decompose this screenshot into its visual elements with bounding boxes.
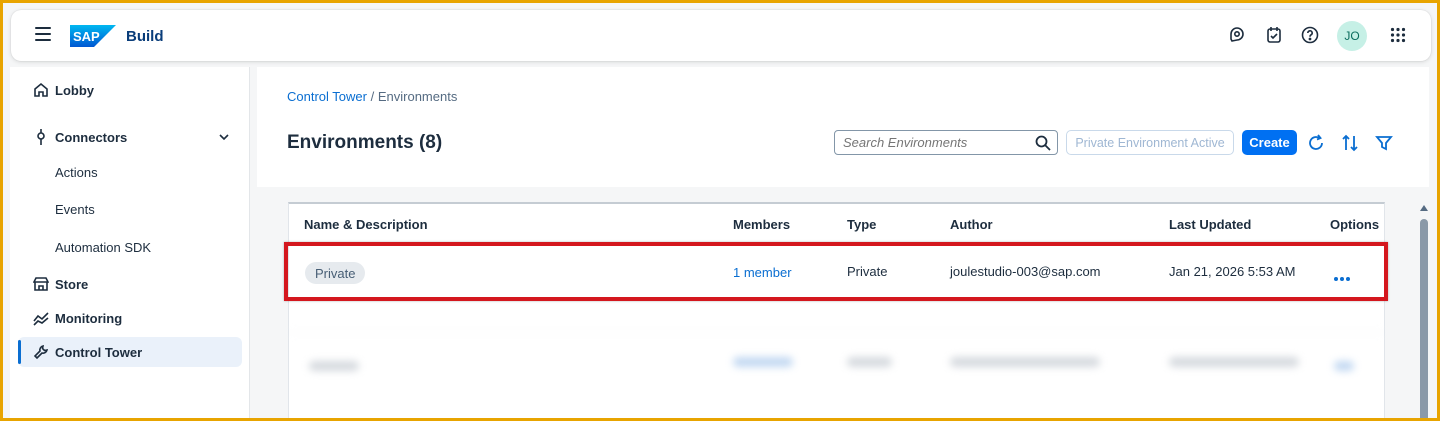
column-header-options: Options — [1330, 217, 1380, 232]
sap-logo: SAP — [70, 25, 116, 47]
page-title: Environments (8) — [287, 132, 443, 153]
menu-icon[interactable] — [35, 27, 51, 43]
user-avatar[interactable]: JO — [1337, 21, 1367, 51]
column-header-author[interactable]: Author — [950, 217, 993, 232]
wrench-icon — [32, 343, 50, 361]
notifications-icon[interactable] — [1263, 24, 1285, 46]
search-field[interactable] — [834, 130, 1058, 155]
more-options-icon[interactable] — [1334, 268, 1354, 281]
breadcrumb-separator: / — [370, 89, 375, 104]
refresh-icon[interactable] — [1305, 132, 1327, 154]
joule-icon[interactable] — [1226, 24, 1248, 46]
type-cell: Private — [847, 264, 888, 279]
sidebar-item-monitoring[interactable]: Monitoring — [10, 303, 250, 333]
side-navigation: Lobby Connectors Actions Events Automati… — [10, 67, 250, 418]
home-icon — [32, 81, 50, 99]
app-title: Build — [126, 28, 164, 45]
create-button[interactable]: Create — [1242, 130, 1297, 155]
sidebar-item-actions[interactable]: Actions — [55, 165, 98, 180]
column-header-name[interactable]: Name & Description — [304, 217, 428, 232]
scrollbar-thumb[interactable] — [1420, 219, 1428, 418]
search-input[interactable] — [843, 135, 1028, 150]
sap-logo-text: SAP — [73, 29, 100, 44]
blurred-cell — [847, 357, 892, 367]
blurred-cell — [1169, 357, 1299, 367]
scroll-up-icon[interactable] — [1420, 205, 1428, 211]
blurred-cell — [309, 361, 359, 371]
column-header-members[interactable]: Members — [733, 217, 790, 232]
column-header-last-updated[interactable]: Last Updated — [1169, 217, 1251, 232]
private-tag: Private — [305, 262, 366, 284]
private-environment-active-button: Private Environment Active — [1066, 130, 1234, 155]
column-header-type[interactable]: Type — [847, 217, 876, 232]
app-frame: SAP Build JO Lobby Connectors Actions Ev… — [3, 3, 1437, 418]
chevron-down-icon[interactable] — [218, 130, 230, 148]
sidebar-item-label: Control Tower — [55, 344, 143, 360]
sort-icon[interactable] — [1339, 132, 1361, 154]
page-header: Control Tower / Environments Environment… — [257, 67, 1429, 187]
search-icon[interactable] — [1035, 135, 1051, 151]
sidebar-item-label: Monitoring — [55, 310, 123, 326]
breadcrumb-link-control-tower[interactable]: Control Tower — [287, 89, 367, 104]
table-row-blurred — [289, 332, 1384, 402]
members-link[interactable]: 1 member — [733, 265, 792, 280]
sidebar-item-lobby[interactable]: Lobby — [10, 75, 250, 105]
sidebar-item-store[interactable]: Store — [10, 269, 250, 299]
blurred-cell — [1334, 361, 1354, 371]
monitoring-icon — [32, 309, 50, 327]
help-icon[interactable] — [1299, 24, 1321, 46]
filter-icon[interactable] — [1373, 132, 1395, 154]
table-row[interactable]: Private 1 member Private joulestudio-003… — [289, 246, 1384, 308]
sidebar-item-automation-sdk[interactable]: Automation SDK — [55, 240, 151, 255]
blurred-cell — [950, 357, 1100, 367]
sidebar-item-control-tower[interactable]: Control Tower — [18, 337, 242, 367]
scrollbar[interactable] — [1419, 203, 1429, 418]
sidebar-item-label: Store — [55, 276, 89, 292]
sidebar-item-label: Lobby — [55, 82, 94, 98]
apps-grid-icon[interactable] — [1387, 24, 1409, 46]
store-icon — [32, 275, 50, 293]
sidebar-item-label: Connectors — [55, 129, 128, 145]
blurred-cell — [733, 357, 793, 367]
sidebar-item-connectors[interactable]: Connectors — [10, 122, 250, 152]
author-cell: joulestudio-003@sap.com — [950, 264, 1101, 279]
breadcrumb: Control Tower / Environments — [287, 89, 457, 104]
environments-table: Name & Description Members Type Author L… — [288, 202, 1385, 418]
sidebar-item-events[interactable]: Events — [55, 202, 95, 217]
last-updated-cell: Jan 21, 2026 5:53 AM — [1169, 264, 1296, 279]
shell-bar: SAP Build JO — [11, 10, 1431, 61]
breadcrumb-current: Environments — [377, 89, 458, 104]
connector-icon — [32, 128, 50, 146]
